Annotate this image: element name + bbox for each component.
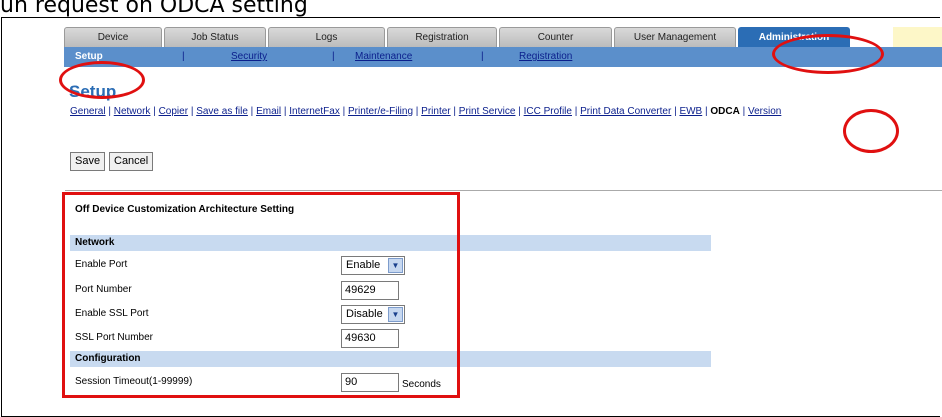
link-icc-profile[interactable]: ICC Profile [524,106,572,117]
link-version[interactable]: Version [748,106,781,117]
link-internetfax[interactable]: InternetFax [289,106,340,117]
tab-user-management[interactable]: User Management [614,27,736,47]
tab-counter[interactable]: Counter [499,27,612,47]
tab-registration[interactable]: Registration [387,27,497,47]
main-tabs: Device Job Status Logs Registration Coun… [64,27,852,47]
highlight-oval-odca [843,109,899,153]
subnav-separator: | [481,51,484,62]
tab-logs[interactable]: Logs [268,27,385,47]
highlight-oval-administration [772,34,884,74]
setup-links: General | Network | Copier | Save as fil… [70,106,782,117]
link-printer[interactable]: Printer [421,106,450,117]
link-odca[interactable]: ODCA [710,106,739,117]
link-print-service[interactable]: Print Service [459,106,516,117]
cancel-button[interactable]: Cancel [109,152,154,171]
subnav-registration[interactable]: Registration [519,51,572,62]
caption-text: un request on ODCA setting [0,0,308,18]
subnav-security[interactable]: Security [231,51,267,62]
divider [65,190,942,191]
link-email[interactable]: Email [256,106,281,117]
subnav-maintenance[interactable]: Maintenance [355,51,412,62]
link-ewb[interactable]: EWB [679,106,702,117]
tab-bar-filler [893,27,942,47]
link-network[interactable]: Network [114,106,151,117]
link-save-as-file[interactable]: Save as file [196,106,248,117]
subnav-separator: | [332,51,335,62]
link-print-data-converter[interactable]: Print Data Converter [580,106,671,117]
subnav-separator: | [182,51,185,62]
tab-device[interactable]: Device [64,27,162,47]
link-printer-efiling[interactable]: Printer/e-Filing [348,106,413,117]
highlight-oval-setup [59,61,145,99]
save-button[interactable]: Save [70,152,106,171]
link-copier[interactable]: Copier [159,106,188,117]
highlight-box-settings [62,192,460,398]
tab-job-status[interactable]: Job Status [164,27,266,47]
link-general[interactable]: General [70,106,106,117]
